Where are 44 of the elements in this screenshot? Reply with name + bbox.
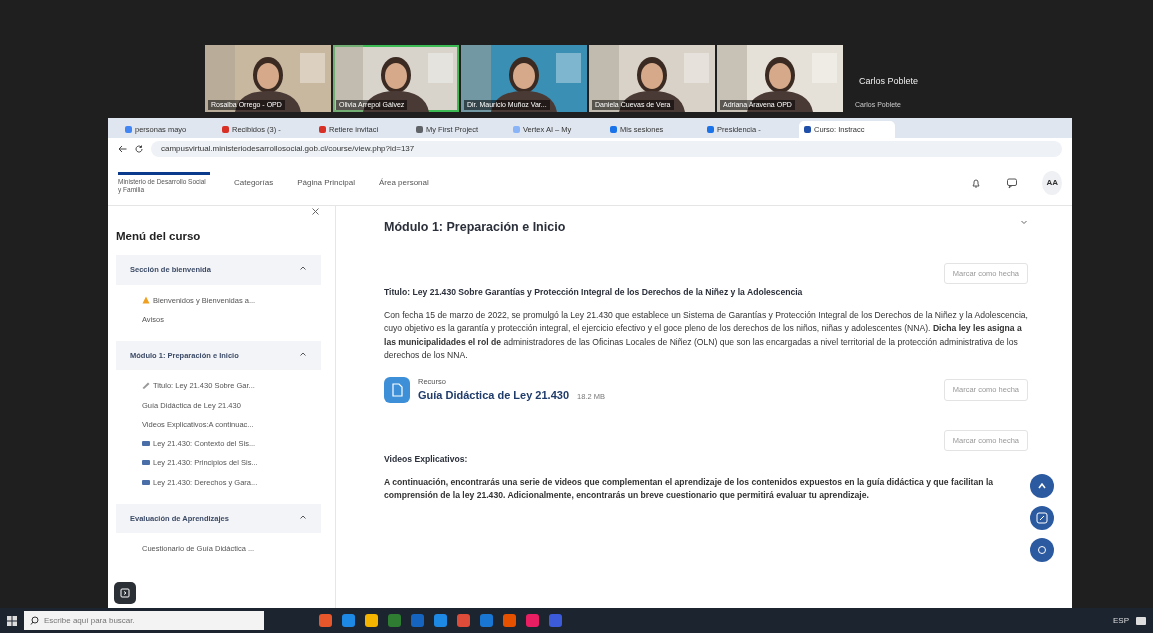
app-icon[interactable] — [433, 613, 448, 628]
floating-button[interactable] — [1030, 474, 1054, 498]
reload-icon[interactable] — [135, 145, 143, 153]
chat-icon[interactable] — [1006, 176, 1019, 189]
activity-text: Con fecha 15 de marzo de 2022, se promulgó la Ley 21.430 que establece un Sistema de Garantías y Protección Integral de los Derechos de la Niñez y la Adolescencia, cuyo objetivo es la garantía y protección integral, el ejercicio efectivo y el goce pleno de los derechos de los niños, niñas y adolescentes (NNA). Dicha ley les asigna a las municipalidades el rol de administradores de las Oficinas Locales de Niñez (OLN) que son las encargadas a nivel territorial de la protección administrativa de los derechos de los NNA. — [384, 308, 1028, 362]
section-heading: Módulo 1: Preparación e Inicio — [384, 219, 566, 236]
back-icon[interactable] — [118, 145, 127, 153]
drawer-toggle-button[interactable] — [114, 582, 136, 604]
app-icon[interactable] — [364, 613, 379, 628]
back-to-top-icon — [1038, 483, 1046, 489]
warning-icon — [142, 296, 150, 305]
user-avatar[interactable]: AA — [1042, 170, 1062, 195]
activity-text: A continuación, encontrarás una serie de videos que complementan el aprendizaje de los contenidos expuestos en la guía didáctica y que facilitan la comprensión de la ley 21.430. Adicionalmente, encontrarás un breve cuestionario que permitirá evaluar tu aprendizaje. — [384, 476, 995, 503]
windows-icon[interactable] — [6, 614, 18, 627]
sidebar-title: Menú del curso — [116, 229, 202, 244]
app-icon[interactable] — [456, 613, 471, 628]
floating-button[interactable] — [1030, 538, 1054, 562]
app-icon[interactable] — [502, 613, 517, 628]
activity-heading: Videos Explicativos: — [384, 453, 469, 467]
search-icon — [30, 616, 39, 625]
search-field[interactable]: Escribe aquí para buscar. — [24, 611, 264, 630]
expand-icon — [1035, 511, 1049, 525]
activity-heading: Titulo: Ley 21.430 Sobre Garantías y Protección Integral de los Derechos de la Niñez y la Adolescencia — [384, 286, 804, 299]
video-icon — [142, 459, 150, 467]
app-icon[interactable] — [318, 613, 333, 628]
close-icon[interactable] — [312, 208, 319, 215]
participant-name: Carlos Poblete — [859, 75, 919, 88]
nav-link[interactable]: Área personal — [378, 176, 429, 189]
language-indicator[interactable]: ESP — [1113, 614, 1129, 627]
label-icon — [142, 382, 150, 390]
app-icon[interactable] — [525, 613, 540, 628]
nav-link[interactable]: Página Principal — [297, 176, 355, 189]
app-icon[interactable] — [341, 613, 356, 628]
nav-link[interactable]: Categorías — [234, 176, 274, 189]
chevron-icon — [299, 350, 307, 358]
video-icon — [142, 478, 150, 486]
video-icon — [142, 440, 150, 448]
file-icon — [384, 377, 410, 403]
address-field[interactable]: campusvirtual.ministeriodesarrollosocial.gob.cl/course/view.php?id=137 — [151, 141, 1062, 157]
floating-button[interactable] — [1030, 506, 1054, 530]
notification-icon[interactable] — [1135, 614, 1147, 627]
panel-icon — [120, 588, 130, 598]
eye-icon — [1035, 543, 1049, 557]
resource-link[interactable]: Guía Didáctica de Ley 21.430 — [418, 387, 570, 404]
